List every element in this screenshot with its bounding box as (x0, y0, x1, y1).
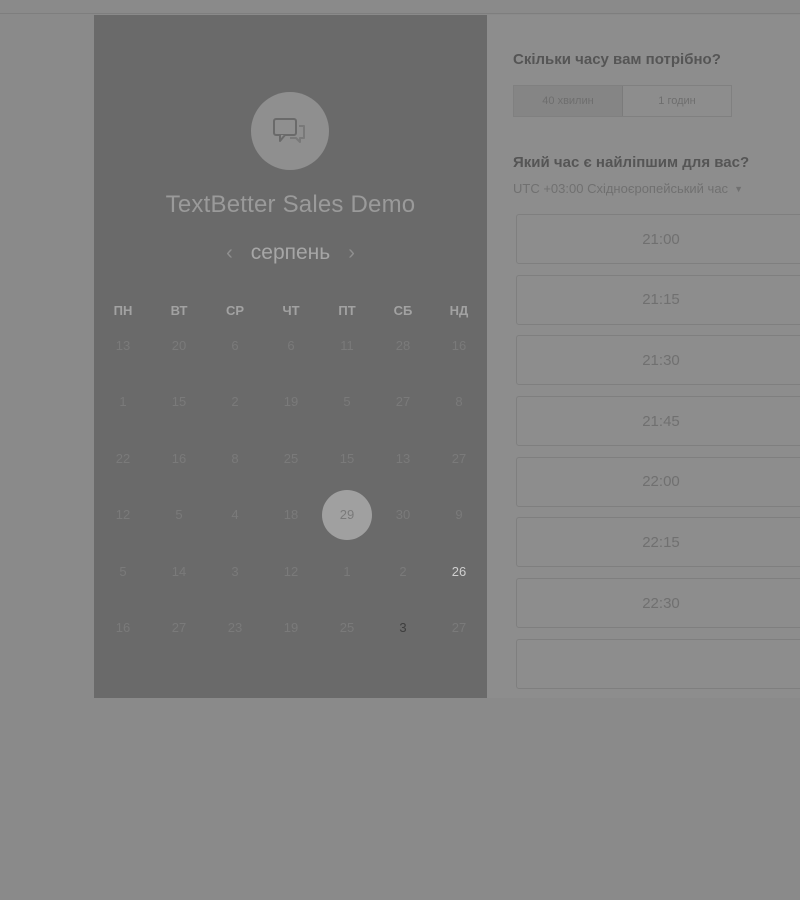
time-slot-button[interactable]: 22:15 (516, 517, 800, 568)
calendar-day: 4 (231, 507, 239, 523)
caret-down-icon: ▼ (734, 183, 743, 194)
calendar-day: 27 (451, 620, 467, 636)
calendar-day: 27 (395, 394, 411, 410)
calendar-day: 16 (115, 620, 131, 636)
duration-option-1h[interactable]: 1 годин (623, 86, 731, 116)
calendar-panel: TextBetter Sales Demo ‹ серпень › ПН ВТ … (94, 15, 487, 698)
chevron-left-icon[interactable]: ‹ (222, 242, 237, 265)
event-logo (251, 92, 329, 170)
calendar-day: 13 (115, 337, 131, 353)
time-slot-button[interactable]: 21:45 (516, 396, 800, 447)
calendar-day: 28 (395, 337, 411, 353)
time-slot-button[interactable]: 21:00 (516, 214, 800, 264)
calendar-day-selected[interactable]: 29 (319, 489, 375, 541)
timezone-label: UTC +03:00 Східноєропейський час (513, 181, 729, 196)
calendar-day: 12 (115, 507, 131, 523)
booking-card: TextBetter Sales Demo ‹ серпень › ПН ВТ … (94, 15, 800, 698)
calendar-day: 20 (171, 337, 187, 353)
weekday-label: ЧТ (282, 303, 300, 318)
calendar-week: 16 27 23 19 25 3 27 (94, 600, 487, 657)
calendar-day: 13 (395, 450, 411, 466)
calendar-day: 1 (343, 563, 351, 579)
time-slot-button[interactable]: 22:30 (516, 578, 800, 629)
duration-selector: 40 хвилин 1 годин (513, 85, 732, 117)
calendar-day: 2 (231, 394, 239, 410)
month-navigation: ‹ серпень › (94, 239, 487, 267)
time-slot-button[interactable]: 21:30 (516, 335, 800, 386)
calendar-day: 11 (340, 337, 354, 353)
weekday-label: ПТ (338, 303, 356, 318)
calendar-week: 13 20 6 6 11 28 16 (94, 317, 487, 374)
calendar-day: 2 (399, 563, 407, 579)
calendar-week: 22 16 8 25 15 13 27 (94, 430, 487, 487)
time-slot-button[interactable] (516, 638, 800, 689)
event-title: TextBetter Sales Demo (165, 191, 416, 218)
weekday-label: ВТ (170, 303, 188, 318)
calendar-week: 12 5 4 18 29 30 9 (94, 487, 487, 544)
time-slot-button[interactable]: 22:00 (516, 456, 800, 507)
calendar-day: 22 (115, 450, 131, 466)
calendar-day: 16 (451, 337, 467, 353)
calendar-grid: 13 20 6 6 11 28 16 1 15 2 19 5 27 8 22 1… (94, 317, 487, 656)
calendar-day: 16 (171, 450, 187, 466)
duration-option-40min[interactable]: 40 хвилин (514, 86, 623, 116)
calendar-day: 8 (231, 450, 239, 466)
calendar-day: 14 (171, 563, 187, 579)
booking-panel: Скільки часу вам потрібно? 40 хвилин 1 г… (487, 15, 800, 698)
calendar-day-available[interactable]: 26 (431, 545, 487, 597)
weekday-header: ПН ВТ СР ЧТ ПТ СБ НД (94, 303, 489, 318)
calendar-day: 9 (455, 507, 463, 523)
calendar-day: 19 (283, 394, 299, 410)
calendar-day: 6 (231, 337, 239, 353)
calendar-day-available[interactable]: 3 (375, 602, 431, 654)
calendar-day: 6 (287, 337, 295, 353)
calendar-day: 5 (343, 394, 351, 410)
weekday-label: ПН (113, 303, 133, 318)
calendar-week: 5 14 3 12 1 2 26 (94, 543, 487, 600)
calendar-day: 30 (395, 507, 411, 523)
calendar-day: 25 (339, 620, 355, 636)
weekday-label: СБ (393, 303, 413, 318)
calendar-day: 27 (171, 620, 187, 636)
calendar-day: 27 (451, 450, 467, 466)
time-slot-button[interactable]: 21:15 (516, 274, 800, 325)
calendar-day: 18 (283, 507, 299, 523)
calendar-day: 5 (119, 563, 127, 579)
calendar-day: 12 (283, 563, 299, 579)
calendar-day: 5 (175, 507, 183, 523)
timezone-selector[interactable]: UTC +03:00 Східноєропейський час ▼ (513, 181, 743, 196)
calendar-day: 1 (119, 394, 127, 410)
calendar-day: 25 (283, 450, 299, 466)
calendar-day: 3 (231, 563, 239, 579)
selected-day-circle[interactable]: 29 (322, 489, 372, 540)
time-question: Який час є найліпшим для вас? (513, 154, 750, 171)
weekday-label: НД (449, 303, 469, 318)
weekday-label: СР (225, 303, 245, 318)
calendar-day: 23 (227, 620, 243, 636)
calendar-day: 15 (339, 450, 355, 466)
top-divider (0, 13, 800, 14)
duration-question: Скільки часу вам потрібно? (513, 51, 721, 68)
calendar-week: 1 15 2 19 5 27 8 (94, 374, 487, 431)
month-label: серпень (250, 241, 331, 264)
chevron-right-icon[interactable]: › (344, 242, 359, 265)
calendar-day: 8 (455, 394, 463, 410)
time-slot-list: 21:00 21:15 21:30 21:45 22:00 22:15 22:3… (516, 214, 800, 698)
calendar-day: 19 (283, 620, 299, 636)
chat-bubbles-icon (273, 118, 305, 143)
calendar-day: 15 (171, 394, 187, 410)
